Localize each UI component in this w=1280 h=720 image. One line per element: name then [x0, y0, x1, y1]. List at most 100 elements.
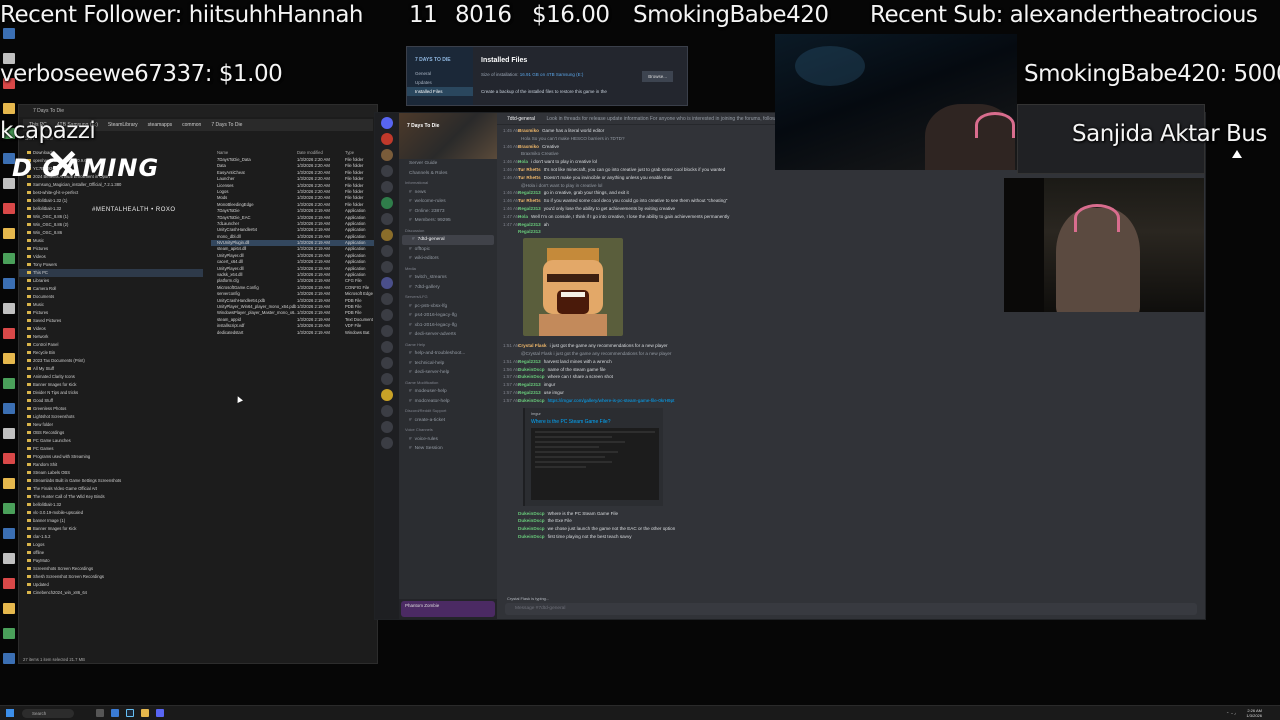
message[interactable]: DukeinDscp first time playing not the bes… — [503, 533, 1201, 541]
nav-item[interactable]: bellolitbait-1.32 — [19, 501, 203, 509]
embed-title[interactable]: Where is the PC Steam Game File? — [531, 419, 657, 425]
author-name[interactable]: Crystal Flask — [518, 343, 547, 348]
nav-item[interactable]: vlc-3.0.19-mobile-upscaled — [19, 509, 203, 517]
file-explorer-icon[interactable] — [141, 709, 149, 717]
channel-item[interactable]: # technical-help — [399, 359, 497, 369]
message-input[interactable]: Message #7dtd-general — [505, 603, 1197, 615]
nav-item[interactable]: Cinebench2024_win_x86_64 — [19, 589, 203, 597]
column-name[interactable]: Name — [211, 149, 297, 157]
desktop-shortcut-icon[interactable] — [0, 478, 18, 489]
nav-item[interactable]: Streamlabs Built in Game Settings Screen… — [19, 477, 203, 485]
desktop-shortcut-icon[interactable] — [0, 453, 18, 464]
author-name[interactable]: Regal2313 — [518, 206, 541, 211]
server-icon[interactable] — [381, 181, 393, 193]
channel-item[interactable]: # help-and-troubleshoot... — [399, 349, 497, 359]
nav-item[interactable]: Logos — [19, 541, 203, 549]
nav-item[interactable]: New folder — [19, 421, 203, 429]
nav-item[interactable]: clar-1.5.2 — [19, 533, 203, 541]
message[interactable]: 1:57 AMDukeinDscp where can I share a scr… — [503, 373, 1201, 381]
nav-item[interactable]: Good Stuff — [19, 397, 203, 405]
desktop-shortcut-icon[interactable] — [0, 228, 18, 239]
author-name[interactable]: Braxmiko — [518, 128, 539, 133]
nav-item[interactable]: Tony Powers — [19, 261, 203, 269]
desktop-shortcut-icon[interactable] — [0, 328, 18, 339]
nav-item[interactable]: Documents — [19, 293, 203, 301]
server-icon[interactable] — [381, 277, 393, 289]
server-icon[interactable] — [381, 437, 393, 449]
server-icon[interactable] — [381, 213, 393, 225]
message[interactable]: DukeinDscp Where is the PC Steam Game Fil… — [503, 510, 1201, 518]
channel-item[interactable]: # offtopic — [399, 245, 497, 255]
desktop-shortcut-icon[interactable] — [0, 28, 18, 39]
desktop-shortcut-icon[interactable] — [0, 653, 18, 664]
desktop-shortcut-icon[interactable] — [0, 303, 18, 314]
author-name[interactable]: DukeinDscp — [518, 374, 545, 379]
server-icon[interactable] — [381, 165, 393, 177]
desktop-shortcut-icon[interactable] — [0, 253, 18, 264]
channel-item[interactable]: # twitch_streams — [399, 273, 497, 283]
channel-item[interactable]: # dedi-server-adverts — [399, 330, 497, 340]
author-name[interactable]: Regal2313 — [518, 382, 541, 387]
channel-topic[interactable]: Look in threads for release update infor… — [546, 116, 796, 122]
desktop-shortcut-icon[interactable] — [0, 278, 18, 289]
task-view-icon[interactable] — [96, 709, 104, 717]
channel-item[interactable]: # wiki-editors — [399, 254, 497, 264]
nav-item[interactable]: The Hunter Call of The Wild Key Binds — [19, 493, 203, 501]
nav-item[interactable]: banner Image (1) — [19, 517, 203, 525]
author-name[interactable]: Tur Rhetts — [518, 175, 541, 180]
embed-thumbnail[interactable] — [531, 427, 659, 500]
browse-button[interactable]: Browse... — [642, 71, 673, 82]
author-name[interactable]: Tur Rhetts — [518, 167, 541, 172]
desktop-shortcut-icon[interactable] — [0, 428, 18, 439]
server-icon[interactable] — [381, 245, 393, 257]
nav-item[interactable]: offline — [19, 549, 203, 557]
server-icon[interactable] — [381, 373, 393, 385]
chat-gif[interactable] — [523, 238, 623, 337]
nav-item[interactable]: Stream Labels OBS — [19, 469, 203, 477]
nav-item[interactable]: Win_OSC_8.86 (2) — [19, 221, 203, 229]
breadcrumb-segment[interactable]: steamapps — [148, 122, 172, 128]
nav-item[interactable]: Music — [19, 237, 203, 245]
nav-item[interactable]: Banner Images for Kick — [19, 381, 203, 389]
nav-item[interactable]: Win_OSC_8.86 — [19, 229, 203, 237]
channel-item[interactable]: # create-a-ticket — [399, 416, 497, 426]
author-name[interactable]: DukeinDscp — [518, 511, 545, 516]
column-type[interactable]: Type — [345, 149, 373, 157]
nav-item[interactable]: This PC — [19, 269, 203, 277]
nav-item[interactable]: Videos — [19, 253, 203, 261]
channel-item[interactable]: # ps4-2016-legacy-lfg — [399, 311, 497, 321]
server-icon[interactable] — [381, 293, 393, 305]
link-embed[interactable]: Imgur Where is the PC Steam Game File? — [523, 407, 663, 506]
nav-item[interactable]: Shesh Screenshot Screen Recordings — [19, 573, 203, 581]
nav-item[interactable]: OBS Recordings — [19, 429, 203, 437]
message[interactable]: 1:56 AMDukeinDscp name of the steam game … — [503, 366, 1201, 374]
desktop-shortcut-icon[interactable] — [0, 403, 18, 414]
nav-item[interactable]: Lightshot Screenshots — [19, 413, 203, 421]
nav-item[interactable]: Win_OSC_8.86 (1) — [19, 213, 203, 221]
author-name[interactable]: Tur Rhetts — [518, 198, 541, 203]
steam-tab-installed-files[interactable]: Installed Files — [407, 87, 473, 96]
channel-item[interactable]: Server Guide — [399, 159, 497, 169]
nav-item[interactable]: The Finals Video Game Official Art — [19, 485, 203, 493]
author-name[interactable]: Regal2313 — [518, 390, 541, 395]
message[interactable]: DukeinDscp we chose just launch the game … — [503, 525, 1201, 533]
discord-icon[interactable] — [156, 709, 164, 717]
server-icon[interactable] — [381, 261, 393, 273]
username[interactable]: Phantom Zombie — [405, 603, 439, 608]
desktop-shortcut-icon[interactable] — [0, 503, 18, 514]
taskbar-search[interactable]: Search — [22, 709, 74, 718]
author-name[interactable]: DukeinDscp — [518, 526, 545, 531]
nav-item[interactable]: Pictures — [19, 245, 203, 253]
nav-item[interactable]: PC Games — [19, 445, 203, 453]
desktop-shortcut-icon[interactable] — [0, 603, 18, 614]
system-tray[interactable]: ⌃ ◔ ♪ — [1226, 711, 1236, 716]
nav-item[interactable]: Network — [19, 333, 203, 341]
server-icon[interactable] — [381, 117, 393, 129]
channel-item[interactable]: # New Session — [399, 444, 497, 454]
server-icon[interactable] — [381, 341, 393, 353]
author-name[interactable]: DukeinDscp — [518, 367, 545, 372]
author-name[interactable]: Regal2313 — [518, 359, 541, 364]
author-name[interactable]: DukeinDscp — [518, 534, 545, 539]
edge-icon[interactable] — [111, 709, 119, 717]
nav-item[interactable]: Recycle Bin — [19, 349, 203, 357]
